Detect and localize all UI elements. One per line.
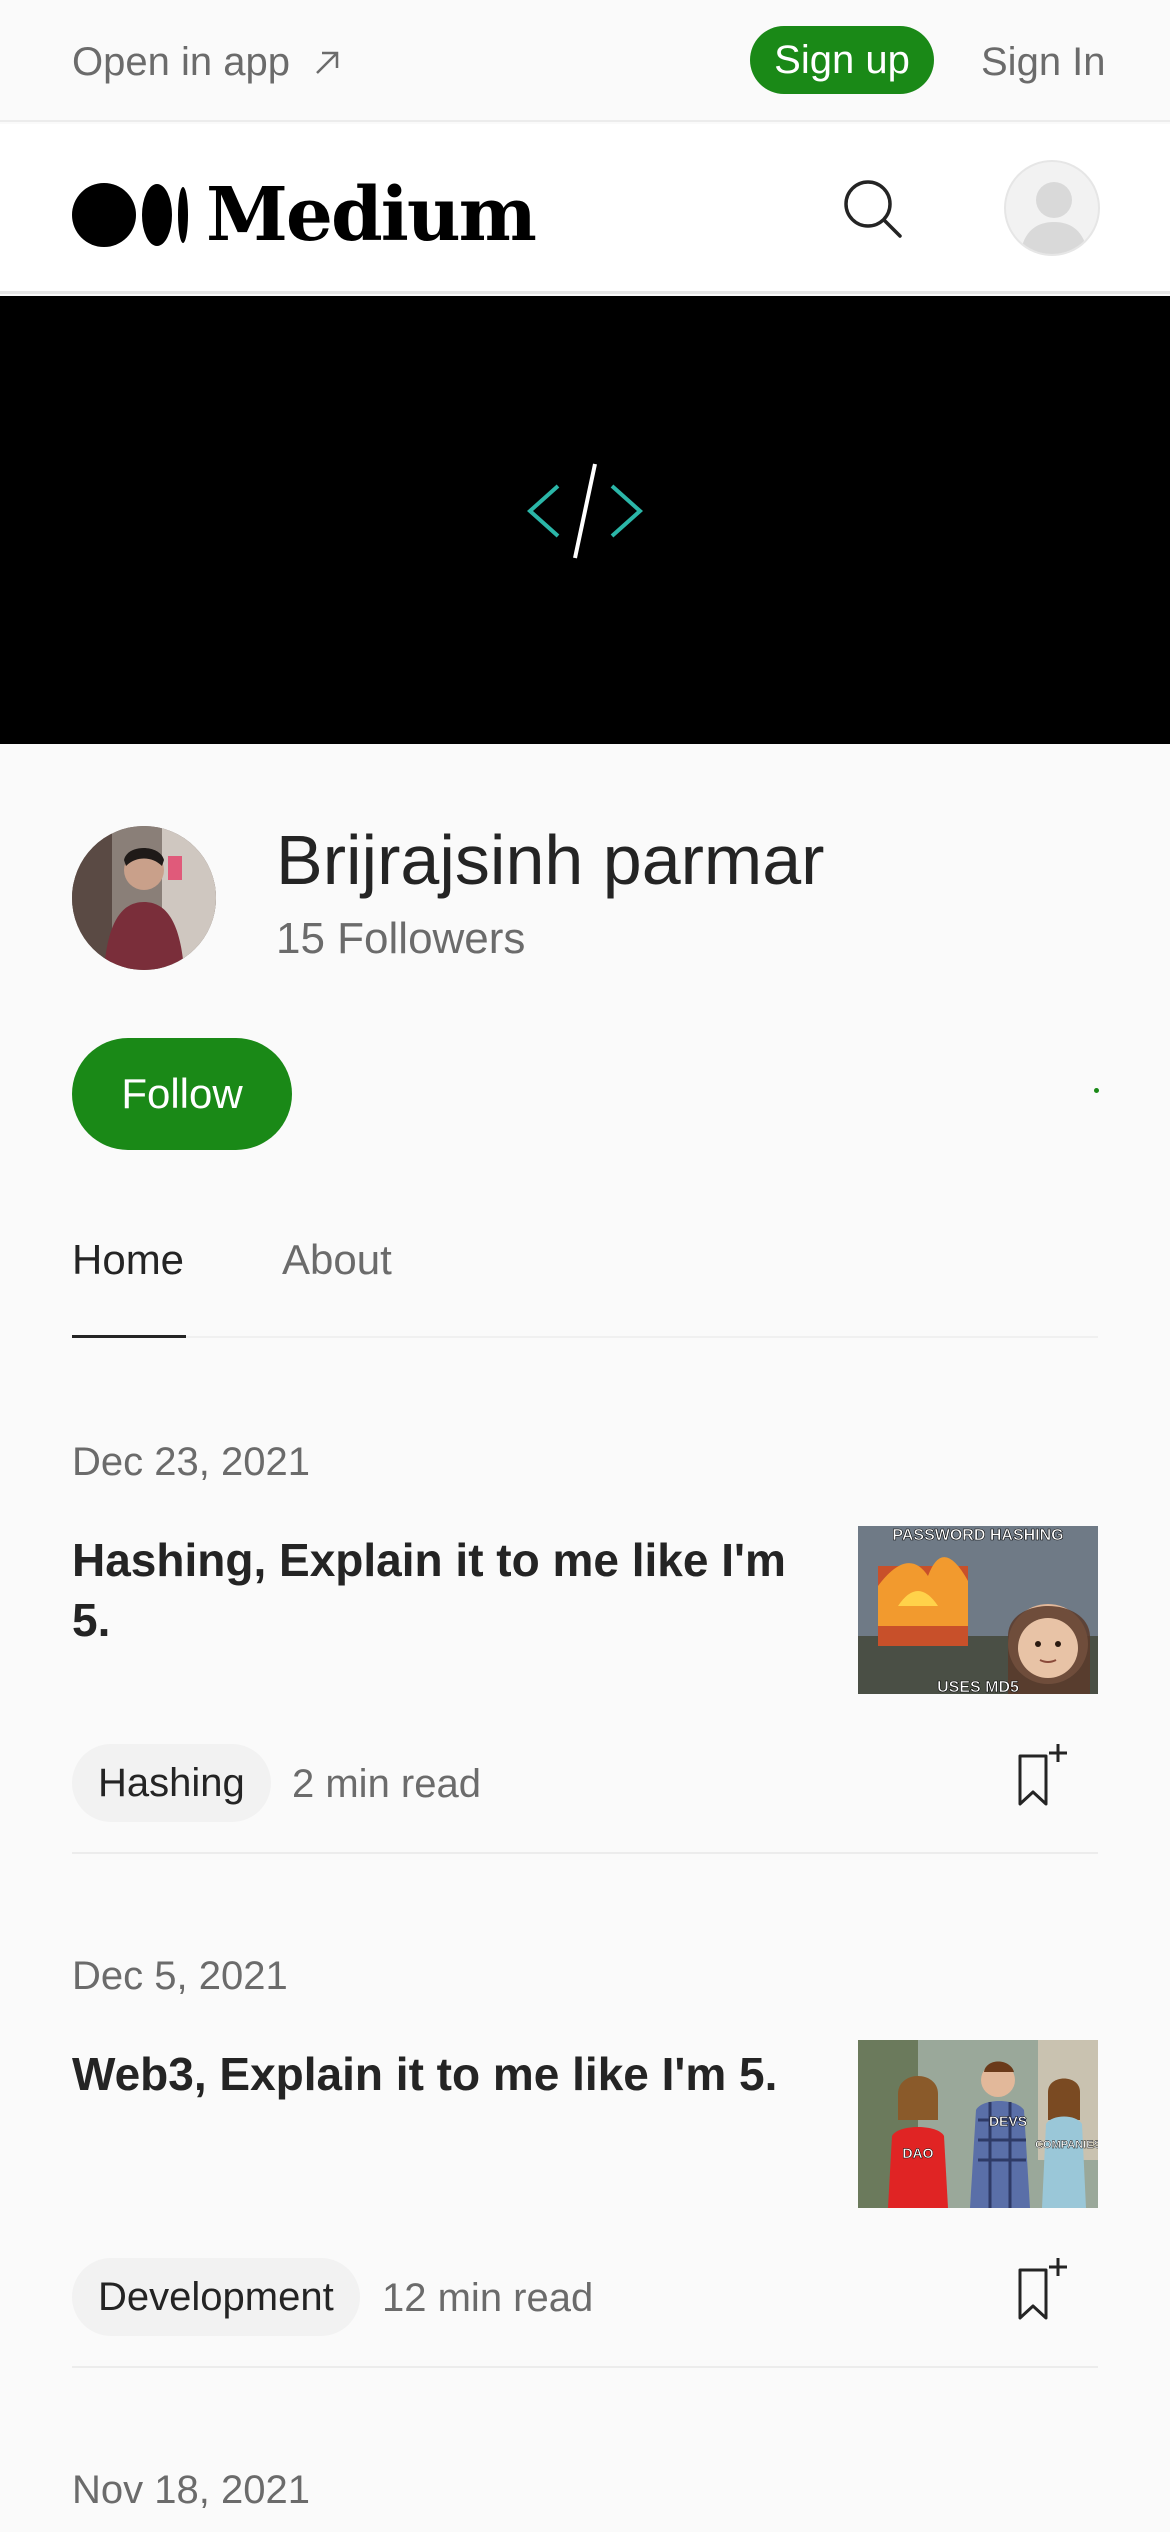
bookmark-add-icon[interactable] — [1012, 2254, 1072, 2324]
active-tab-indicator — [72, 1335, 186, 1338]
profile-photo[interactable] — [72, 826, 216, 970]
article-date: Nov 18, 2021 — [72, 2468, 310, 2512]
medium-logo-mark — [72, 183, 188, 247]
status-dot — [1094, 1088, 1099, 1093]
article-thumbnail[interactable]: DAO DEVS COMPANIES — [858, 2040, 1098, 2208]
follow-button[interactable]: Follow — [72, 1038, 292, 1150]
article-divider — [72, 2366, 1098, 2368]
open-in-app-link[interactable]: Open in app — [72, 40, 342, 85]
sign-in-link[interactable]: Sign In — [981, 40, 1106, 85]
profile-banner — [0, 296, 1170, 744]
article-date: Dec 5, 2021 — [72, 1954, 288, 1998]
medium-logo[interactable]: Medium — [72, 172, 537, 258]
thumbnail-label-dao: DAO — [902, 2145, 933, 2161]
user-avatar-icon[interactable] — [1004, 160, 1100, 256]
article-title[interactable]: Hashing, Explain it to me like I'm 5. — [72, 1530, 812, 1650]
article-read-time: 2 min read — [292, 1762, 481, 1806]
thumbnail-caption-top: PASSWORD HASHING — [892, 1527, 1063, 1544]
thumbnail-label-devs: DEVS — [989, 2113, 1027, 2129]
tab-about[interactable]: About — [282, 1236, 392, 1284]
sign-up-button[interactable]: Sign up — [750, 26, 934, 94]
article-date: Dec 23, 2021 — [72, 1440, 310, 1484]
open-in-app-label: Open in app — [72, 40, 290, 84]
tab-home[interactable]: Home — [72, 1236, 184, 1284]
article-title[interactable]: Web3, Explain it to me like I'm 5. — [72, 2044, 812, 2104]
profile-name: Brijrajsinh parmar — [276, 821, 825, 899]
top-bar: Open in app Sign up Sign In — [0, 0, 1170, 122]
followers-count[interactable]: 15 Followers — [276, 914, 525, 964]
bookmark-add-icon[interactable] — [1012, 1740, 1072, 1810]
article-divider — [72, 1852, 1098, 1854]
site-header: Medium — [0, 124, 1170, 294]
thumbnail-caption-bottom: USES MD5 — [937, 1679, 1019, 1694]
article-read-time: 12 min read — [382, 2276, 594, 2320]
article-tag[interactable]: Development — [72, 2258, 360, 2336]
thumbnail-label-companies: COMPANIES — [1035, 2139, 1098, 2151]
code-brackets-icon — [526, 463, 644, 559]
article-tag[interactable]: Hashing — [72, 1744, 271, 1822]
article-thumbnail[interactable]: PASSWORD HASHING USES MD5 — [858, 1526, 1098, 1694]
arrow-up-right-icon — [316, 51, 339, 74]
search-icon[interactable] — [840, 176, 906, 242]
medium-wordmark: Medium — [206, 172, 537, 258]
profile-tabs: Home About — [72, 1228, 1098, 1338]
